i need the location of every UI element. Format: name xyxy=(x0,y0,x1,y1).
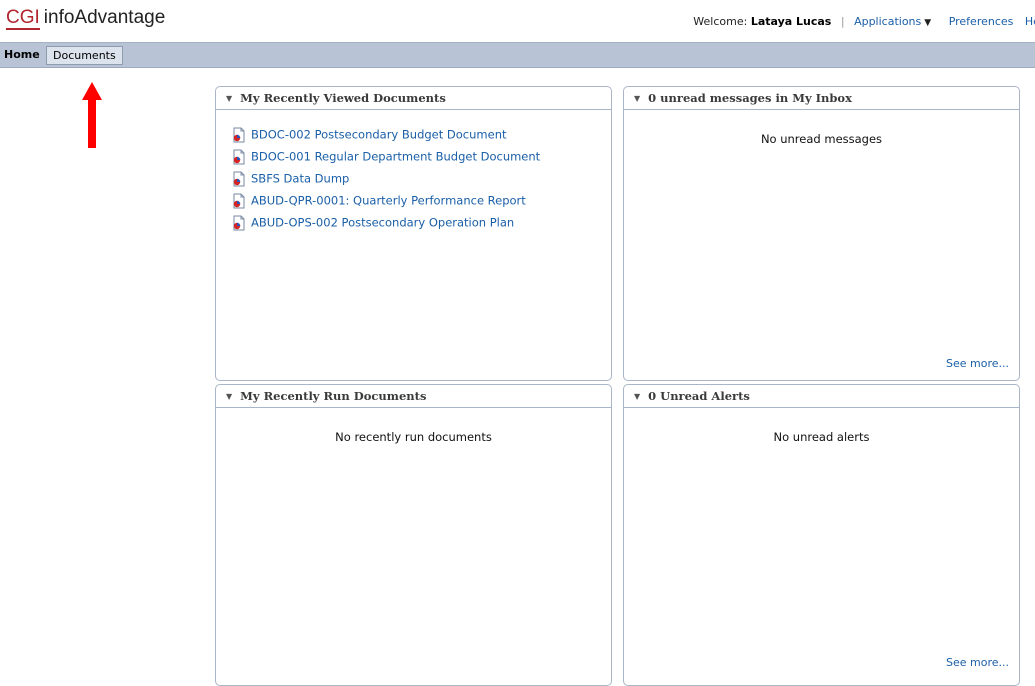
empty-message: No unread messages xyxy=(760,132,883,146)
panel-header[interactable]: ▼ My Recently Run Documents xyxy=(216,385,611,408)
logo-mark: CGI xyxy=(6,7,40,30)
report-document-icon xyxy=(233,193,245,208)
inbox-panel: ▼ 0 unread messages in My Inbox No unread… xyxy=(623,86,1020,381)
recently-run-panel: ▼ My Recently Run Documents No recently r… xyxy=(215,384,612,686)
applications-menu[interactable]: Applications xyxy=(854,15,921,28)
help-link[interactable]: Hel xyxy=(1025,15,1035,28)
tab-bar: Home Documents xyxy=(0,42,1035,68)
preferences-link[interactable]: Preferences xyxy=(949,15,1014,28)
panel-header[interactable]: ▼ 0 Unread Alerts xyxy=(624,385,1019,408)
user-name: Lataya Lucas xyxy=(750,15,832,28)
report-document-icon xyxy=(233,149,245,164)
recently-viewed-panel: ▼ My Recently Viewed Documents BDOC-002 P… xyxy=(215,86,612,381)
alerts-panel: ▼ 0 Unread Alerts No unread alerts See mo… xyxy=(623,384,1020,686)
empty-message: No unread alerts xyxy=(773,430,870,444)
logo-name: infoAdvantage xyxy=(43,7,166,28)
recent-documents-list: BDOC-002 Postsecondary Budget Document B… xyxy=(216,110,611,233)
report-document-icon xyxy=(233,215,245,230)
tab-home[interactable]: Home xyxy=(4,43,40,67)
document-link[interactable]: BDOC-001 Regular Department Budget Docum… xyxy=(251,150,540,164)
document-link[interactable]: SBFS Data Dump xyxy=(251,172,349,186)
collapse-triangle-icon[interactable]: ▼ xyxy=(226,88,232,110)
document-link[interactable]: ABUD-QPR-0001: Quarterly Performance Rep… xyxy=(251,194,526,208)
list-item[interactable]: SBFS Data Dump xyxy=(232,167,611,189)
top-header: CGI infoAdvantage Welcome: Lataya Lucas |… xyxy=(0,0,1035,40)
see-more-link[interactable]: See more... xyxy=(946,656,1009,669)
panel-header[interactable]: ▼ 0 unread messages in My Inbox xyxy=(624,87,1019,110)
red-arrow-annotation xyxy=(82,82,102,148)
panel-title: My Recently Run Documents xyxy=(240,389,427,403)
collapse-triangle-icon[interactable]: ▼ xyxy=(634,386,640,408)
document-link[interactable]: ABUD-OPS-002 Postsecondary Operation Pla… xyxy=(251,216,514,230)
report-document-icon xyxy=(233,127,245,142)
welcome-label: Welcome: xyxy=(693,15,748,28)
list-item[interactable]: BDOC-002 Postsecondary Budget Document xyxy=(232,123,611,145)
chevron-down-icon[interactable]: ▼ xyxy=(924,18,931,28)
report-document-icon xyxy=(233,171,245,186)
collapse-triangle-icon[interactable]: ▼ xyxy=(226,386,232,408)
panel-title: My Recently Viewed Documents xyxy=(240,91,446,105)
user-menu-bar: Welcome: Lataya Lucas | Applications ▼ Pr… xyxy=(693,15,1035,28)
see-more-link[interactable]: See more... xyxy=(946,357,1009,370)
panel-title: 0 Unread Alerts xyxy=(648,389,750,403)
menu-separator: | xyxy=(840,15,845,28)
panel-title: 0 unread messages in My Inbox xyxy=(648,91,852,105)
app-logo: CGI infoAdvantage xyxy=(6,7,165,31)
list-item[interactable]: ABUD-OPS-002 Postsecondary Operation Pla… xyxy=(232,211,611,233)
empty-message: No recently run documents xyxy=(335,430,492,444)
list-item[interactable]: BDOC-001 Regular Department Budget Docum… xyxy=(232,145,611,167)
document-link[interactable]: BDOC-002 Postsecondary Budget Document xyxy=(251,128,507,142)
tab-documents[interactable]: Documents xyxy=(46,46,123,65)
list-item[interactable]: ABUD-QPR-0001: Quarterly Performance Rep… xyxy=(232,189,611,211)
panel-header[interactable]: ▼ My Recently Viewed Documents xyxy=(216,87,611,110)
collapse-triangle-icon[interactable]: ▼ xyxy=(634,88,640,110)
